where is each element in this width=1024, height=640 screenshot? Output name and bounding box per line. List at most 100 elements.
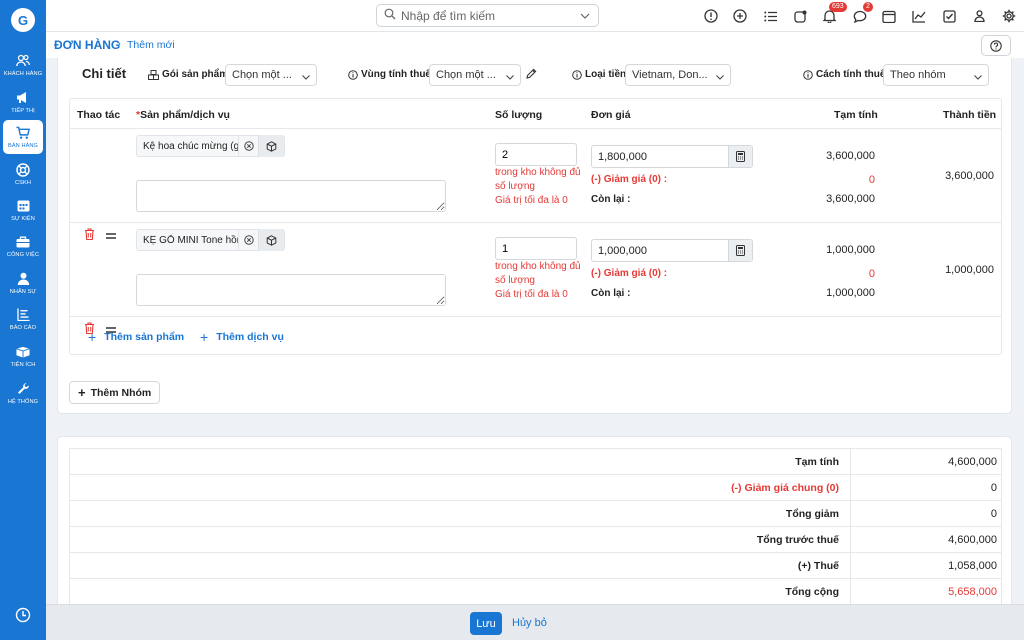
sidebar-item-support[interactable]: CSKH xyxy=(3,157,43,191)
top-bar: 693 2 xyxy=(46,0,1024,32)
row-discount[interactable]: 0 xyxy=(785,268,875,280)
message-badge: 2 xyxy=(863,2,873,12)
info-alert-icon[interactable] xyxy=(702,7,720,25)
add-product-link[interactable]: + Thêm sản phẩm xyxy=(88,329,184,345)
info-icon xyxy=(348,69,358,80)
clock-icon[interactable] xyxy=(15,607,31,623)
gear-icon[interactable] xyxy=(1000,7,1018,25)
remaining-label: Còn lại : xyxy=(591,288,631,299)
row-subtotal: 1,000,000 xyxy=(826,244,875,256)
box-icon[interactable] xyxy=(258,135,284,157)
app-logo[interactable]: G xyxy=(11,8,35,32)
summary-row-tax: (+) Thuế 1,058,000 xyxy=(70,553,1001,579)
sidebar-item-hr[interactable]: NHÂN SỰ xyxy=(3,266,43,300)
chevron-down-icon xyxy=(302,71,310,83)
notification-bell-icon[interactable]: 693 xyxy=(820,2,847,25)
detail-card: Chi tiết Gói sản phẩm Chọn một ... Vùng … xyxy=(57,58,1012,414)
global-search[interactable] xyxy=(376,4,599,27)
row-remaining: 3,600,000 xyxy=(826,193,875,205)
row-total: 3,600,000 xyxy=(945,170,994,182)
sidebar-item-label: KHÁCH HÀNG xyxy=(3,70,43,77)
wrench-icon xyxy=(16,382,30,396)
help-icon xyxy=(990,39,1002,52)
info-icon xyxy=(572,69,582,80)
sidebar-item-events[interactable]: SỰ KIỆN xyxy=(3,193,43,227)
clear-circle-icon[interactable] xyxy=(238,230,258,250)
box-icon[interactable] xyxy=(258,229,284,251)
discount-label: (-) Giảm giá (0) : xyxy=(591,174,668,185)
summary-row-pre-tax: Tổng trước thuế 4,600,000 xyxy=(70,527,1001,553)
summary-row-discount: (-) Giảm giá chung (0) 0 xyxy=(70,475,1001,501)
cart-icon xyxy=(16,126,30,140)
person-icon xyxy=(16,272,30,286)
chevron-down-icon[interactable] xyxy=(580,10,590,22)
sidebar-item-label: BÁO CÁO xyxy=(9,324,37,331)
header-product: *Sản phẩm/dịch vụ xyxy=(136,109,230,121)
save-button[interactable]: Lưu xyxy=(470,612,502,635)
user-icon[interactable] xyxy=(970,7,988,25)
product-select[interactable]: KỆ GỖ MINI Tone hồng xyxy=(136,229,285,251)
remaining-label: Còn lại : xyxy=(591,194,631,205)
sidebar-item-marketing[interactable]: TIẾP THỊ xyxy=(3,85,43,119)
add-group-button[interactable]: + Thêm Nhóm xyxy=(69,381,161,404)
unit-price-input[interactable]: 1,800,000 xyxy=(591,145,753,168)
row-total: 1,000,000 xyxy=(945,264,994,276)
chart-icon[interactable] xyxy=(910,7,928,25)
trash-icon[interactable] xyxy=(84,228,95,241)
summary-card: Tạm tính 4,600,000 (-) Giảm giá chung (0… xyxy=(57,436,1012,609)
drag-handle-icon[interactable] xyxy=(106,231,116,239)
sidebar-item-label: BÁN HÀNG xyxy=(7,142,39,149)
add-circle-icon[interactable] xyxy=(731,7,749,25)
briefcase-icon xyxy=(16,235,30,249)
search-input[interactable] xyxy=(401,8,571,23)
tasks-icon[interactable] xyxy=(791,7,809,25)
row-divider xyxy=(70,316,1001,317)
list-icon[interactable] xyxy=(761,7,779,25)
sidebar-item-label: HỆ THỐNG xyxy=(7,398,39,405)
breadcrumb: ĐƠN HÀNG › Thêm mới xyxy=(46,32,1024,58)
breadcrumb-orders-link[interactable]: ĐƠN HÀNG xyxy=(54,38,120,52)
sidebar-item-tasks[interactable]: CÔNG VIỆC xyxy=(3,229,43,263)
form-footer: Lưu Hủy bỏ xyxy=(46,604,1024,640)
sidebar-item-label: CSKH xyxy=(15,179,31,186)
report-icon xyxy=(16,308,30,322)
add-service-link[interactable]: + Thêm dịch vụ xyxy=(200,329,284,345)
calendar-icon xyxy=(16,199,30,213)
tax-method-select[interactable]: Theo nhóm xyxy=(883,64,989,86)
tax-method-label: Cách tính thuế xyxy=(803,69,885,80)
cancel-button[interactable]: Hủy bỏ xyxy=(512,617,547,629)
sidebar-item-customers[interactable]: KHÁCH HÀNG xyxy=(3,48,43,82)
product-note-input[interactable] xyxy=(136,180,446,212)
sidebar-item-label: CÔNG VIỆC xyxy=(6,251,40,258)
chat-icon[interactable]: 2 xyxy=(851,2,873,25)
sidebar-item-sales[interactable]: BÁN HÀNG xyxy=(3,120,43,154)
plus-icon: + xyxy=(88,329,97,345)
edit-pencil-icon[interactable] xyxy=(526,68,537,82)
tax-zone-select[interactable]: Chọn một ... xyxy=(429,64,521,86)
discount-label: (-) Giảm giá (0) : xyxy=(591,268,668,279)
sidebar-item-system[interactable]: HỆ THỐNG xyxy=(3,376,43,410)
sidebar-item-utilities[interactable]: TIỆN ÍCH xyxy=(3,339,43,373)
row-divider xyxy=(70,222,1001,223)
calculator-icon[interactable] xyxy=(728,146,752,167)
sidebar-item-reports[interactable]: BÁO CÁO xyxy=(3,302,43,336)
section-title: Chi tiết xyxy=(82,66,127,81)
sidebar-item-label: NHÂN SỰ xyxy=(9,288,37,295)
calculator-icon[interactable] xyxy=(728,240,752,261)
stock-warning: trong kho không đủ số lượng Giá trị tối đ… xyxy=(495,167,581,206)
clear-circle-icon[interactable] xyxy=(238,136,258,156)
currency-select[interactable]: Vietnam, Don... xyxy=(625,64,731,86)
checkbox-icon[interactable] xyxy=(940,7,958,25)
unit-price-input[interactable]: 1,000,000 xyxy=(591,239,753,262)
help-button[interactable] xyxy=(981,35,1011,56)
product-name: KỆ GỖ MINI Tone hồng xyxy=(143,234,238,246)
general-discount-link[interactable]: Giảm giá chung (0) xyxy=(744,482,839,494)
row-subtotal: 3,600,000 xyxy=(826,150,875,162)
quantity-input[interactable] xyxy=(495,237,577,260)
product-select[interactable]: Kệ hoa chúc mừng (gỗ xyxy=(136,135,285,157)
product-pack-select[interactable]: Chọn một ... xyxy=(225,64,317,86)
quantity-input[interactable] xyxy=(495,143,577,166)
product-note-input[interactable] xyxy=(136,274,446,306)
row-discount[interactable]: 0 xyxy=(785,174,875,186)
calendar-icon[interactable] xyxy=(880,7,898,25)
